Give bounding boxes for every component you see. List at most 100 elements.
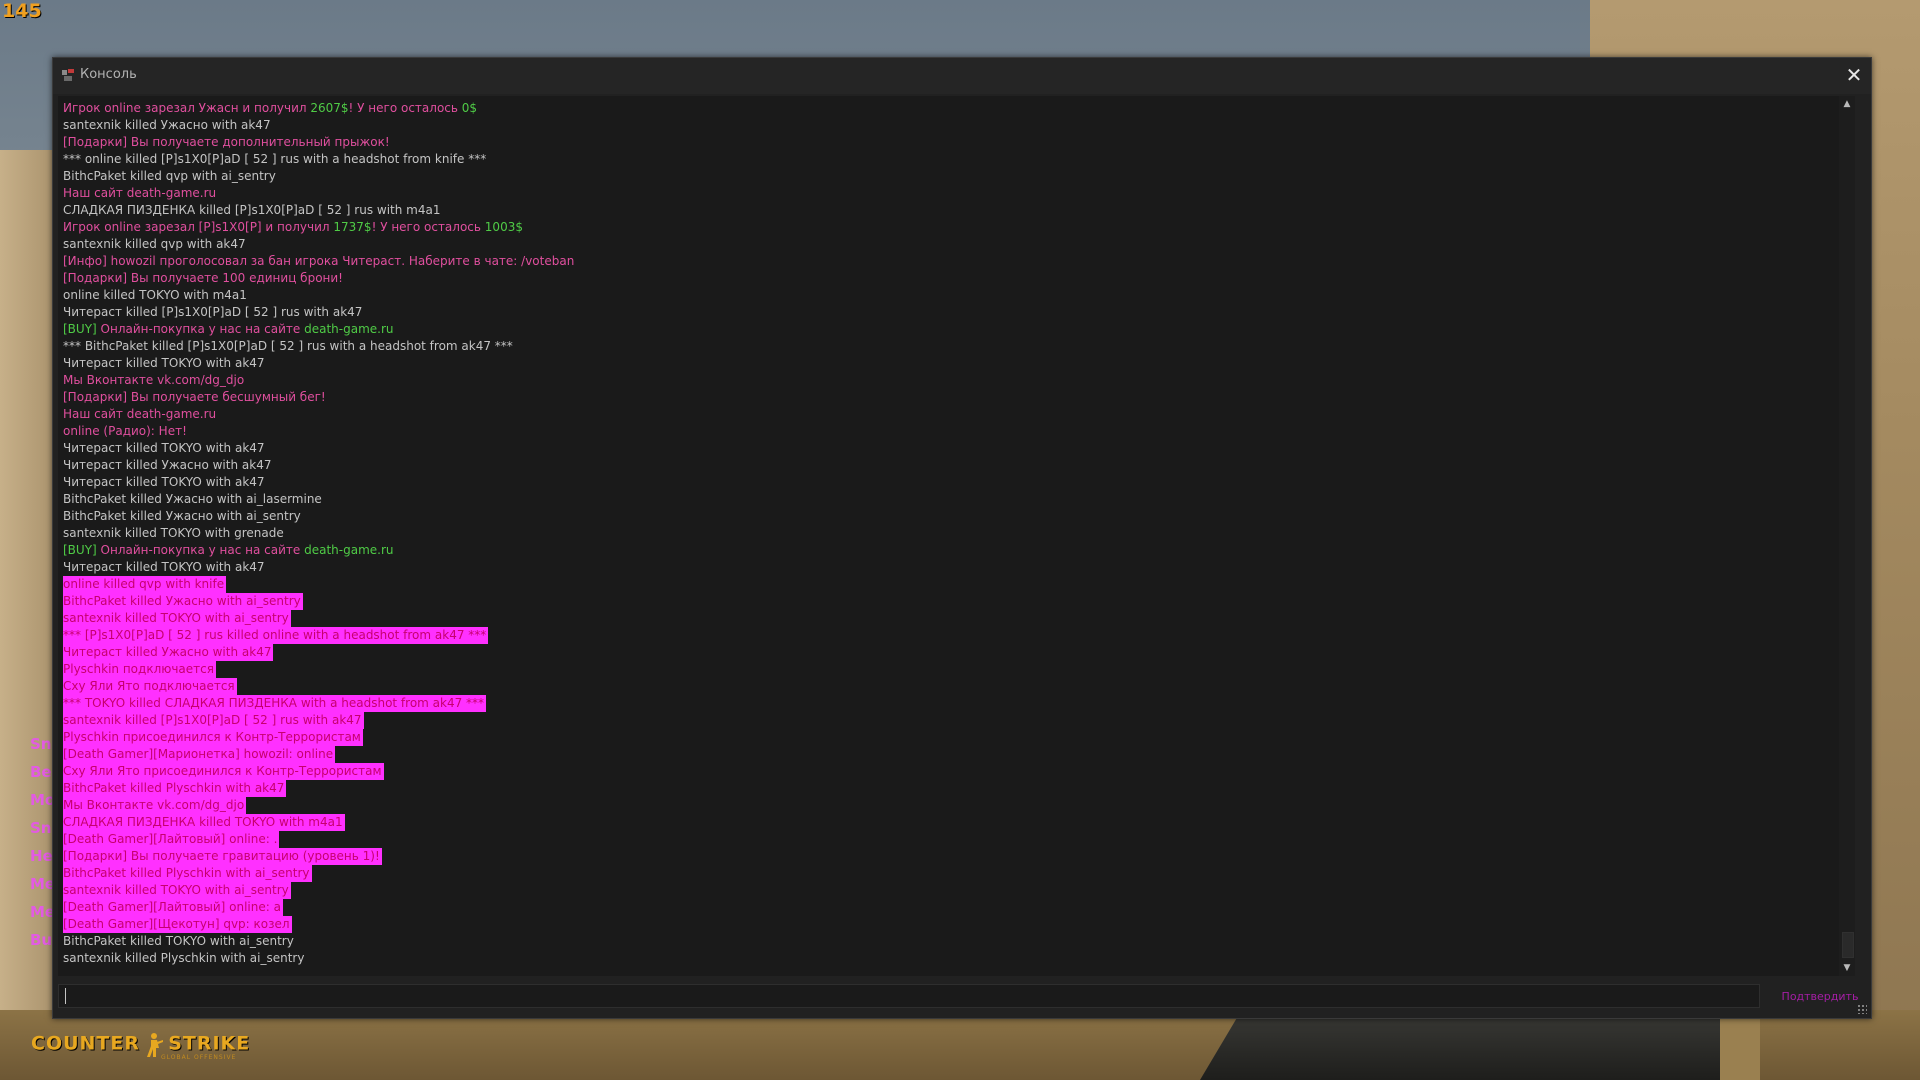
console-line-text: СЛАДКАЯ ПИЗДЕНКА killed TOKYO with m4a1 bbox=[63, 815, 343, 829]
console-line-text: Игрок online зарезал [P]s1X0[P] и получи… bbox=[63, 220, 334, 234]
console-line: [Подарки] Вы получаете бесшумный бег! bbox=[63, 389, 1843, 406]
console-line-text: Сху Яли Ято подключается bbox=[63, 679, 235, 693]
console-line: santexnik killed TOKYO with ai_sentry bbox=[63, 610, 1843, 627]
console-line-text: santexnik killed qvp with ak47 bbox=[63, 237, 246, 251]
resize-grip-icon[interactable] bbox=[1857, 1004, 1867, 1014]
console-line-text: online (Радио): Нет! bbox=[63, 424, 187, 438]
console-line: Мы Вконтакте vk.com/dg_djo bbox=[63, 372, 1843, 389]
console-line-text: 1003$ bbox=[484, 220, 523, 234]
console-line-text: *** TOKYO killed СЛАДКАЯ ПИЗДЕНКА with a… bbox=[63, 696, 485, 710]
console-line-text: Читераст killed Ужасно with ak47 bbox=[63, 645, 272, 659]
console-line-text: [BUY] bbox=[63, 322, 101, 336]
console-line: santexnik killed Ужасно with ak47 bbox=[63, 117, 1843, 134]
console-line-highlight: Plyschkin присоединился к Контр-Террорис… bbox=[63, 729, 363, 746]
console-line-highlight: [Подарки] Вы получаете гравитацию (урове… bbox=[63, 848, 382, 865]
console-line: [BUY] Онлайн-покупка у нас на сайте deat… bbox=[63, 542, 1843, 559]
console-line: santexnik killed qvp with ak47 bbox=[63, 236, 1843, 253]
close-icon: ✕ bbox=[1845, 63, 1863, 87]
scroll-down-arrow-icon[interactable]: ▼ bbox=[1841, 962, 1853, 974]
console-line-highlight: СЛАДКАЯ ПИЗДЕНКА killed TOKYO with m4a1 bbox=[63, 814, 345, 831]
console-line: Наш сайт death-game.ru bbox=[63, 406, 1843, 423]
console-line-highlight: BithcPaket killed Plyschkin with ak47 bbox=[63, 780, 287, 797]
console-line: BithcPaket killed Ужасно with ai_sentry bbox=[63, 593, 1843, 610]
console-window[interactable]: Консоль ✕ Игрок online зарезал Ужасн и п… bbox=[52, 57, 1872, 1019]
logo-text-right: STRIKE bbox=[168, 1032, 251, 1055]
console-line: [Death Gamer][Лайтовый] online: . bbox=[63, 831, 1843, 848]
console-line: *** TOKYO killed СЛАДКАЯ ПИЗДЕНКА with a… bbox=[63, 695, 1843, 712]
console-line-text: Plyschkin присоединился к Контр-Террорис… bbox=[63, 730, 361, 744]
console-line-text: Сху Яли Ято присоединился к Контр-Террор… bbox=[63, 764, 382, 778]
console-line-text: Plyschkin подключается bbox=[63, 662, 214, 676]
console-line-highlight: santexnik killed [P]s1X0[P]aD [ 52 ] rus… bbox=[63, 712, 364, 729]
console-line: Игрок online зарезал [P]s1X0[P] и получи… bbox=[63, 219, 1843, 236]
console-line-text: [Death Gamer][Марионетка] howozil: onlin… bbox=[63, 747, 334, 761]
console-line-text: death-game.ru bbox=[304, 322, 394, 336]
console-line-text: Мы Вконтакте vk.com/dg_djo bbox=[63, 798, 245, 812]
console-log[interactable]: Игрок online зарезал Ужасн и получил 260… bbox=[58, 96, 1855, 976]
console-command-input[interactable] bbox=[58, 984, 1760, 1008]
console-line: СЛАДКАЯ ПИЗДЕНКА killed [P]s1X0[P]aD [ 5… bbox=[63, 202, 1843, 219]
console-line-text: Читераст killed TOKYO with ak47 bbox=[63, 356, 265, 370]
console-line: santexnik killed TOKYO with ai_sentry bbox=[63, 882, 1843, 899]
console-line-highlight: Мы Вконтакте vk.com/dg_djo bbox=[63, 797, 247, 814]
console-line-text: Наш сайт death-game.ru bbox=[63, 186, 217, 200]
console-line-text: [BUY] bbox=[63, 543, 101, 557]
scrollbar[interactable]: ▲ ▼ bbox=[1839, 96, 1855, 976]
console-line: Сху Яли Ято присоединился к Контр-Террор… bbox=[63, 763, 1843, 780]
console-line-highlight: online killed qvp with knife bbox=[63, 576, 227, 593]
console-line: [Подарки] Вы получаете дополнительный пр… bbox=[63, 134, 1843, 151]
scroll-thumb[interactable] bbox=[1842, 932, 1854, 958]
console-line: *** online killed [P]s1X0[P]aD [ 52 ] ru… bbox=[63, 151, 1843, 168]
console-line: [Подарки] Вы получаете гравитацию (урове… bbox=[63, 848, 1843, 865]
console-line-text: [Подарки] Вы получаете бесшумный бег! bbox=[63, 390, 326, 404]
console-line: Мы Вконтакте vk.com/dg_djo bbox=[63, 797, 1843, 814]
console-titlebar[interactable]: Консоль ✕ bbox=[53, 58, 1871, 94]
console-line-text: santexnik killed TOKYO with grenade bbox=[63, 526, 284, 540]
console-line-text: [Death Gamer][Щекотун] qvp: козел bbox=[63, 917, 290, 931]
console-line-highlight: BithcPaket killed Ужасно with ai_sentry bbox=[63, 593, 303, 610]
console-line-highlight: [Death Gamer][Марионетка] howozil: onlin… bbox=[63, 746, 336, 763]
console-line-highlight: santexnik killed TOKYO with ai_sentry bbox=[63, 610, 291, 627]
console-line-text: *** online killed [P]s1X0[P]aD [ 52 ] ru… bbox=[63, 152, 487, 166]
console-line-text: BithcPaket killed TOKYO with ai_sentry bbox=[63, 934, 294, 948]
console-line-highlight: Читераст killed Ужасно with ak47 bbox=[63, 644, 274, 661]
console-line-text: online killed qvp with knife bbox=[63, 577, 225, 591]
console-line-text: santexnik killed Ужасно with ak47 bbox=[63, 118, 271, 132]
console-line: online (Радио): Нет! bbox=[63, 423, 1843, 440]
console-line: BithcPaket killed qvp with ai_sentry bbox=[63, 168, 1843, 185]
console-line: Читераст killed TOKYO with ak47 bbox=[63, 559, 1843, 576]
console-line: СЛАДКАЯ ПИЗДЕНКА killed TOKYO with m4a1 bbox=[63, 814, 1843, 831]
console-line-text: BithcPaket killed Ужасно with ai_lasermi… bbox=[63, 492, 322, 506]
console-line: Plyschkin подключается bbox=[63, 661, 1843, 678]
console-line: Читераст killed [P]s1X0[P]aD [ 52 ] rus … bbox=[63, 304, 1843, 321]
console-line-text: ! У него осталось bbox=[348, 101, 462, 115]
console-line: BithcPaket killed Ужасно with ai_lasermi… bbox=[63, 491, 1843, 508]
console-line: santexnik killed TOKYO with grenade bbox=[63, 525, 1843, 542]
console-line: Читераст killed Ужасно with ak47 bbox=[63, 644, 1843, 661]
console-log-lines: Игрок online зарезал Ужасн и получил 260… bbox=[63, 100, 1843, 967]
console-line: Читераст killed TOKYO with ak47 bbox=[63, 474, 1843, 491]
console-line-text: *** BithcPaket killed [P]s1X0[P]aD [ 52 … bbox=[63, 339, 513, 353]
logo-text-left: COUNTER bbox=[31, 1032, 140, 1055]
submit-button[interactable]: Подтвердить bbox=[1780, 986, 1860, 1008]
console-line: BithcPaket killed Plyschkin with ak47 bbox=[63, 780, 1843, 797]
console-line-text: [Death Gamer][Лайтовый] online: . bbox=[63, 832, 278, 846]
console-line: Сху Яли Ято подключается bbox=[63, 678, 1843, 695]
console-line-text: Читераст killed TOKYO with ak47 bbox=[63, 560, 265, 574]
console-line-text: BithcPaket killed Plyschkin with ai_sent… bbox=[63, 866, 310, 880]
console-line-text: [Подарки] Вы получаете дополнительный пр… bbox=[63, 135, 390, 149]
console-line-text: 0$ bbox=[461, 101, 478, 115]
console-line-text: СЛАДКАЯ ПИЗДЕНКА killed [P]s1X0[P]aD [ 5… bbox=[63, 203, 441, 217]
console-line-text: santexnik killed [P]s1X0[P]aD [ 52 ] rus… bbox=[63, 713, 362, 727]
console-line-text: Читераст killed [P]s1X0[P]aD [ 52 ] rus … bbox=[63, 305, 363, 319]
console-line-text: BithcPaket killed Ужасно with ai_sentry bbox=[63, 509, 301, 523]
close-button[interactable]: ✕ bbox=[1843, 64, 1865, 86]
scroll-up-arrow-icon[interactable]: ▲ bbox=[1841, 98, 1853, 110]
console-title: Консоль bbox=[80, 67, 137, 82]
console-line-text: [Подарки] Вы получаете гравитацию (урове… bbox=[63, 849, 380, 863]
console-line-highlight: [Death Gamer][Щекотун] qvp: козел bbox=[63, 916, 292, 933]
console-line-text: online killed TOKYO with m4a1 bbox=[63, 288, 247, 302]
console-line-text: Читераст killed Ужасно with ak47 bbox=[63, 458, 272, 472]
game-logo: COUNTER STRIKE GLOBAL OFFENSIVE bbox=[31, 1032, 251, 1062]
fps-counter: 145 bbox=[2, 0, 42, 22]
